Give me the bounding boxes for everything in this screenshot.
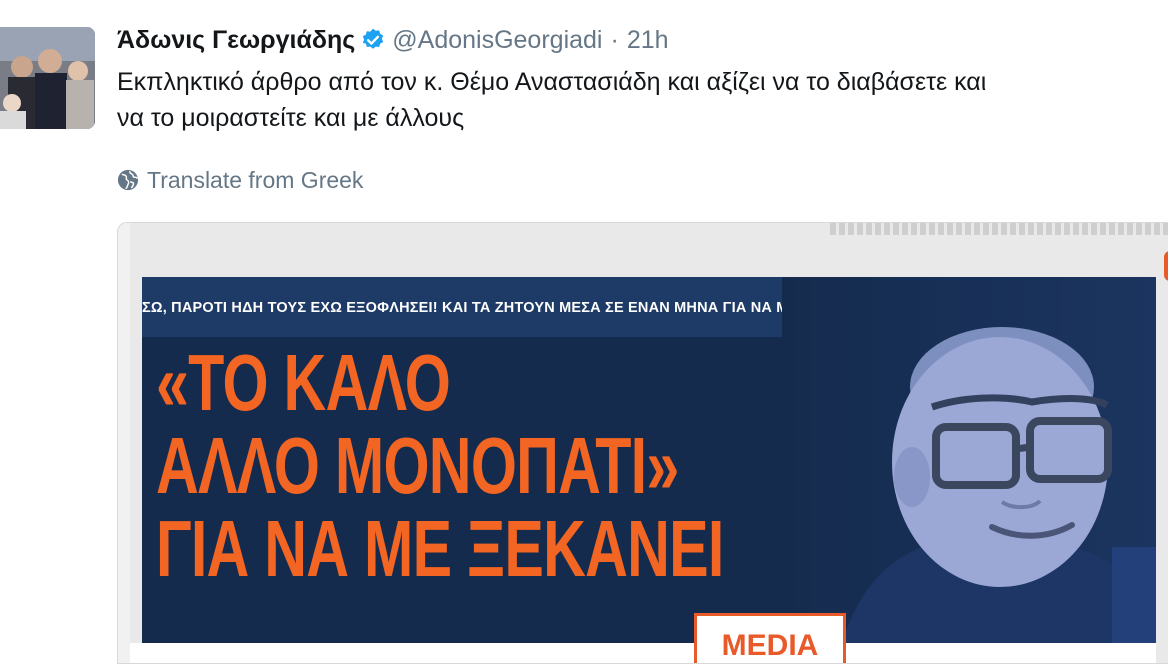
article-banner: ΣΩ, ΠΑΡΟΤΙ ΗΔΗ ΤΟΥΣ ΕΧΩ ΕΞΟΦΛΗΣΕΙ! ΚΑΙ Τ… [142,277,1156,643]
verified-badge-icon [360,27,386,53]
headline-line: ΓΙΑ ΝΑ ΜΕ ΞΕΚΑΝΕΙ [156,504,724,593]
page-bottom-margin [130,643,1156,663]
separator-dot: · [610,25,619,54]
tweet-text-line: να το μοιραστείτε και με άλλους [117,104,465,132]
headline-line: ΑΛΛΟ ΜΟΝΟΠΑΤΙ» [156,421,679,510]
globe-icon [117,169,139,191]
page-header-strip [830,223,1168,235]
media-section-tag: MEDIA [694,613,846,663]
newspaper-page: ΣΩ, ΠΑΡΟΤΙ ΗΔΗ ΤΟΥΣ ΕΧΩ ΕΞΟΦΛΗΣΕΙ! ΚΑΙ Τ… [130,223,1168,663]
author-handle[interactable]: @AdonisGeorgiadi [392,26,602,55]
tweet-header: Άδωνις Γεωργιάδης @AdonisGeorgiadi · 21h [117,24,669,56]
translate-label: Translate from Greek [147,166,364,193]
headline-line: «ΤΟ ΚΑΛΟ [156,338,451,427]
tweet-timestamp[interactable]: 21h [627,26,669,55]
tweet-text-line: Εκπληκτικό άρθρο από τον κ. Θέμο Αναστασ… [117,68,987,96]
translate-link[interactable]: Translate from Greek [117,165,363,195]
tweet-text: Εκπληκτικό άρθρο από τον κ. Θέμο Αναστασ… [117,64,1168,136]
article-headline: «ΤΟ ΚΑΛΟ ΑΛΛΟ ΜΟΝΟΠΑΤΙ» ΓΙΑ ΝΑ ΜΕ ΞΕΚΑΝΕ… [156,341,724,590]
avatar[interactable] [0,27,95,129]
page-corner-marker [1164,251,1168,281]
author-portrait [782,277,1156,643]
author-name[interactable]: Άδωνις Γεωργιάδης [117,26,355,55]
tweet-media-image[interactable]: ΣΩ, ΠΑΡΟΤΙ ΗΔΗ ΤΟΥΣ ΕΧΩ ΕΞΟΦΛΗΣΕΙ! ΚΑΙ Τ… [117,222,1168,664]
